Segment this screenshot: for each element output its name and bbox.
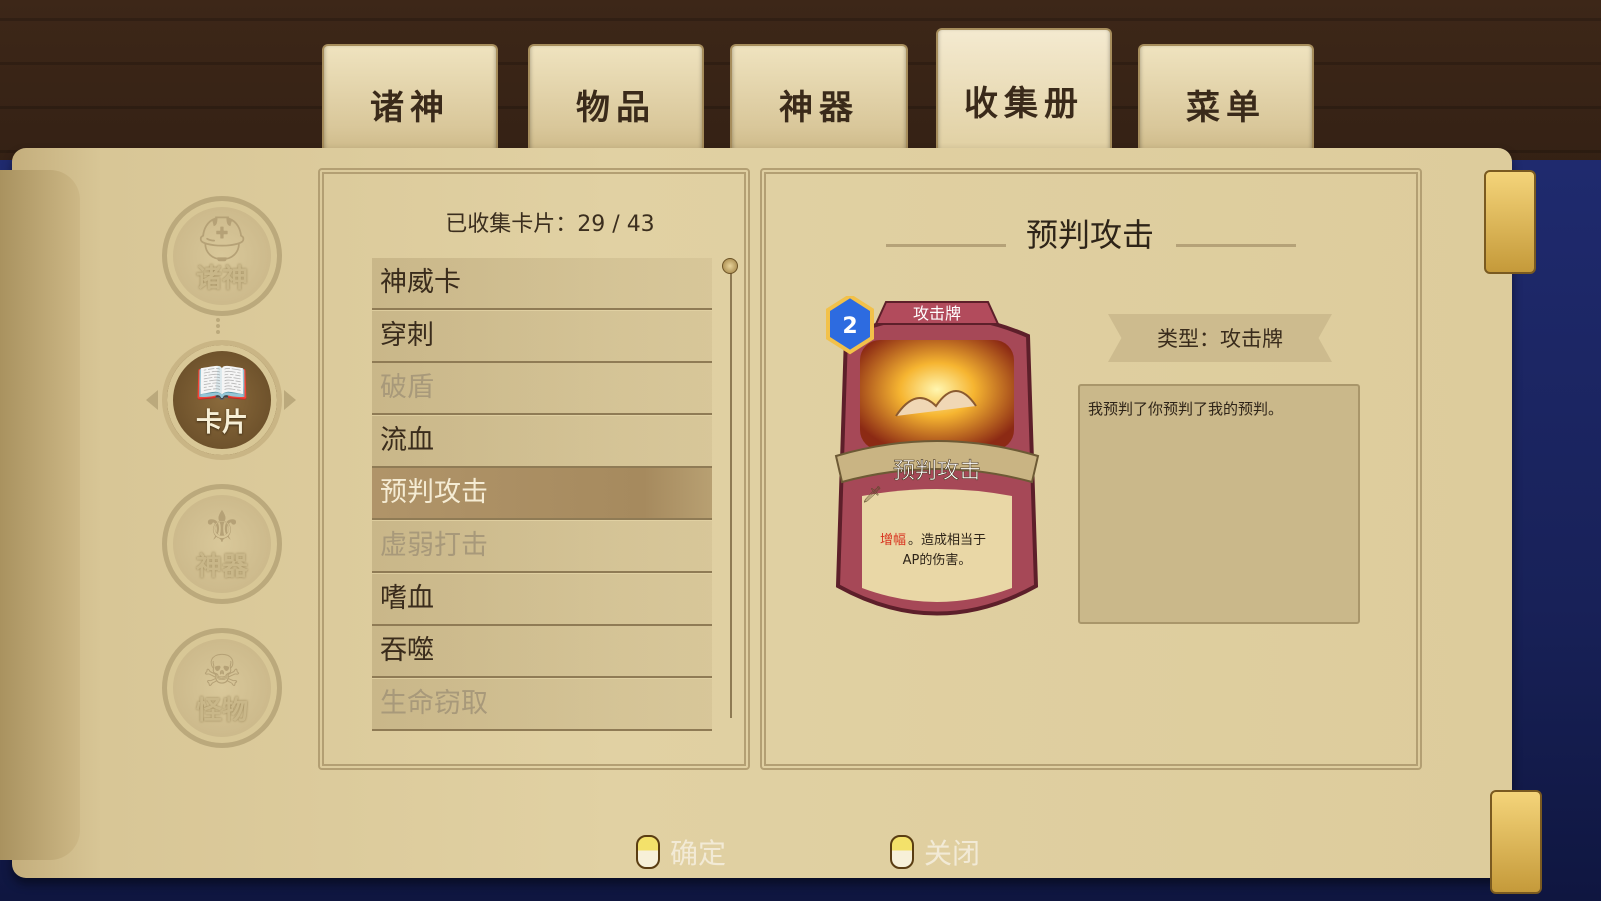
confirm-button[interactable]: 确定 (636, 832, 726, 872)
sidebar-left-arrow-icon (146, 390, 158, 410)
card-effect-keyword: 增幅 (880, 533, 906, 548)
sidebar-item-cards[interactable]: 📖 卡片 (162, 340, 282, 460)
card-preview: 攻击牌 预判攻击 2 🗡 增幅 。造成相当于 AP的伤害。 (826, 296, 1040, 616)
artifact-icon: ⚜ (202, 501, 242, 553)
sidebar-connector (216, 318, 224, 334)
list-item[interactable]: 生命窃取 (372, 678, 712, 731)
gold-corner-top (1484, 170, 1536, 274)
tab-collection-label: 收集册 (964, 83, 1084, 124)
card-description: 我预判了你预判了我的预判。 (1078, 384, 1360, 624)
sidebar-item-label: 怪物 (195, 695, 248, 726)
tab-gods[interactable]: 诸神 (322, 44, 498, 162)
tab-menu-label: 菜单 (1186, 87, 1266, 128)
sidebar-item-gods[interactable]: ⛑ 诸神 (162, 196, 282, 316)
card-effect-text: 。造成相当于 (908, 533, 986, 548)
tab-items[interactable]: 物品 (528, 44, 704, 162)
tab-gods-label: 诸神 (370, 87, 450, 128)
sidebar-item-label: 神器 (195, 551, 248, 582)
collection-counter: 已收集卡片：29 / 43 (445, 212, 655, 237)
close-button[interactable]: 关闭 (890, 832, 980, 872)
gold-corner-bottom (1490, 790, 1542, 894)
card-art (860, 340, 1014, 450)
list-item[interactable]: 穿刺 (372, 310, 712, 363)
book-page-edge (0, 170, 80, 860)
list-item[interactable]: 破盾 (372, 363, 712, 416)
sidebar-item-artifacts[interactable]: ⚜ 神器 (162, 484, 282, 604)
sidebar-item-label: 卡片 (195, 407, 248, 438)
list-item[interactable]: 吞噬 (372, 626, 712, 679)
card-type-banner: 类型：攻击牌 (1108, 314, 1332, 362)
card-detail-title: 预判攻击 (1025, 216, 1154, 254)
monster-skull-icon: ☠ (202, 645, 242, 697)
scrollbar-thumb[interactable] (722, 258, 738, 274)
sidebar-item-label: 诸神 (195, 263, 248, 294)
card-effect-text-line2: AP的伤害。 (903, 552, 972, 568)
list-item-selected[interactable]: 预判攻击 (372, 468, 712, 521)
tab-items-label: 物品 (576, 87, 656, 128)
card-list: 神威卡 穿刺 破盾 流血 预判攻击 虚弱打击 嗜血 吞噬 生命窃取 (372, 258, 712, 731)
sidebar-item-monsters[interactable]: ☠ 怪物 (162, 628, 282, 748)
close-label: 关闭 (924, 837, 981, 870)
open-book-icon: 📖 (194, 357, 250, 409)
card-cost: 2 (842, 314, 857, 339)
sword-icon: 🗡 (862, 485, 882, 504)
tab-menu[interactable]: 菜单 (1138, 44, 1314, 162)
list-item[interactable]: 流血 (372, 415, 712, 468)
sidebar-right-arrow-icon (284, 390, 296, 410)
right-mouse-icon (890, 835, 914, 869)
list-item[interactable]: 神威卡 (372, 258, 712, 310)
card-name: 预判攻击 (893, 459, 981, 484)
helmet-icon: ⛑ (194, 213, 250, 265)
tab-artifacts[interactable]: 神器 (730, 44, 908, 162)
left-mouse-icon (636, 835, 660, 869)
list-item[interactable]: 虚弱打击 (372, 520, 712, 573)
card-category: 攻击牌 (913, 304, 961, 323)
tab-artifacts-label: 神器 (779, 87, 859, 128)
scrollbar-track[interactable] (730, 268, 732, 718)
list-item[interactable]: 嗜血 (372, 573, 712, 626)
confirm-label: 确定 (670, 837, 727, 870)
